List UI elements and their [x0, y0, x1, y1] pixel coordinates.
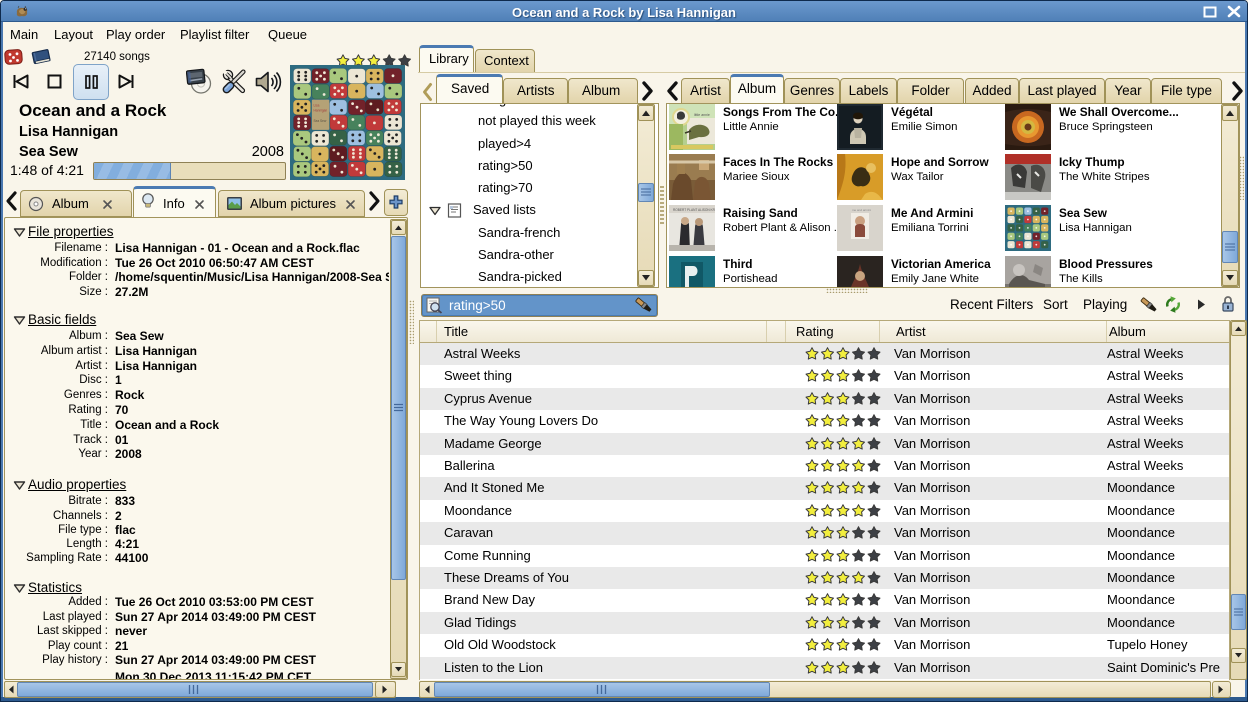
svg-text:Lisa: Lisa [314, 103, 320, 107]
svg-text:ROBERT PLANT ALISON KRAUSS: ROBERT PLANT ALISON KRAUSS [673, 208, 715, 212]
svg-text:Sea Sew: Sea Sew [314, 119, 327, 123]
svg-text:Hannigan: Hannigan [314, 109, 328, 113]
svg-text:me and armini: me and armini [852, 208, 871, 212]
svg-text:little annie: little annie [694, 113, 710, 117]
